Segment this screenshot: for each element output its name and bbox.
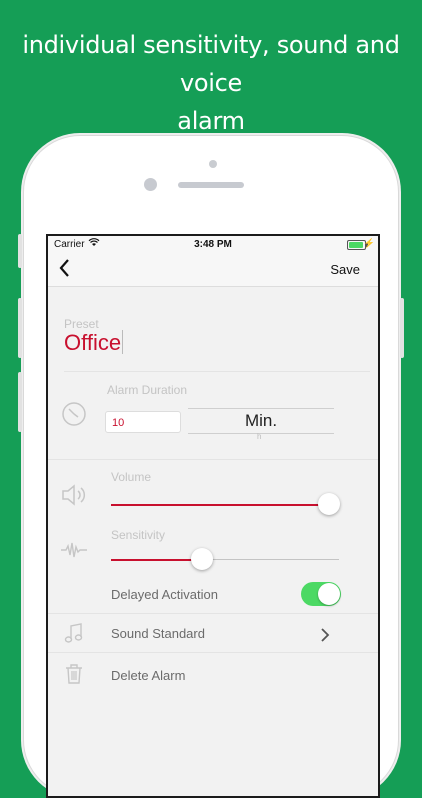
volume-slider-track[interactable] — [111, 503, 329, 506]
charging-bolt-icon: ⚡ — [363, 238, 375, 248]
headline-line-1: individual sensitivity, sound and voice — [22, 31, 400, 97]
power-button — [400, 298, 404, 358]
sound-setting-label[interactable]: Sound Standard — [111, 626, 205, 641]
status-bar: Carrier 3:48 PM ⚡ — [48, 236, 378, 254]
next-unit-hint: h — [257, 432, 262, 441]
marketing-headline: individual sensitivity, sound and voice … — [0, 26, 422, 140]
waveform-icon — [60, 541, 88, 564]
preset-name-field[interactable]: Office — [64, 330, 124, 356]
back-chevron-icon[interactable] — [58, 258, 70, 284]
text-cursor — [122, 330, 124, 354]
volume-up-button — [18, 298, 22, 358]
preset-name-text: Office — [64, 330, 122, 355]
headline-line-2: alarm — [177, 107, 245, 135]
divider — [48, 652, 378, 653]
trash-icon[interactable] — [64, 663, 84, 690]
clock-icon — [61, 401, 87, 432]
clock-time: 3:48 PM — [194, 239, 232, 250]
app-screen: Carrier 3:48 PM ⚡ Save Preset Office Ala… — [46, 234, 380, 798]
sensor-dot — [209, 160, 217, 168]
sensitivity-label: Sensitivity — [111, 528, 166, 542]
volume-slider-knob[interactable] — [318, 493, 340, 515]
music-note-icon — [64, 622, 84, 649]
divider — [48, 613, 378, 614]
duration-unit-picker[interactable]: Min. — [188, 408, 334, 434]
save-button[interactable]: Save — [330, 262, 360, 277]
divider — [48, 459, 378, 460]
delayed-activation-label: Delayed Activation — [111, 587, 218, 602]
volume-slider-fill — [111, 503, 329, 506]
alarm-duration-input[interactable]: 10 — [105, 411, 181, 433]
volume-label: Volume — [111, 470, 152, 484]
phone-frame: Carrier 3:48 PM ⚡ Save Preset Office Ala… — [18, 136, 404, 798]
earpiece-speaker — [178, 182, 244, 188]
toggle-thumb — [318, 583, 340, 605]
sensitivity-slider-knob[interactable] — [191, 548, 214, 570]
divider — [64, 371, 370, 372]
navigation-bar: Save — [48, 254, 378, 287]
speaker-icon — [60, 483, 88, 512]
chevron-right-icon[interactable] — [320, 627, 330, 648]
volume-down-button — [18, 372, 22, 432]
delayed-activation-toggle[interactable] — [301, 582, 341, 606]
sensitivity-slider-fill — [111, 558, 203, 561]
preset-label: Preset — [64, 317, 99, 331]
alarm-duration-label: Alarm Duration — [107, 383, 188, 397]
delete-alarm-button[interactable]: Delete Alarm — [111, 668, 185, 683]
sensitivity-slider-track[interactable] — [111, 558, 339, 561]
silent-switch — [18, 234, 22, 268]
front-camera — [144, 178, 157, 191]
